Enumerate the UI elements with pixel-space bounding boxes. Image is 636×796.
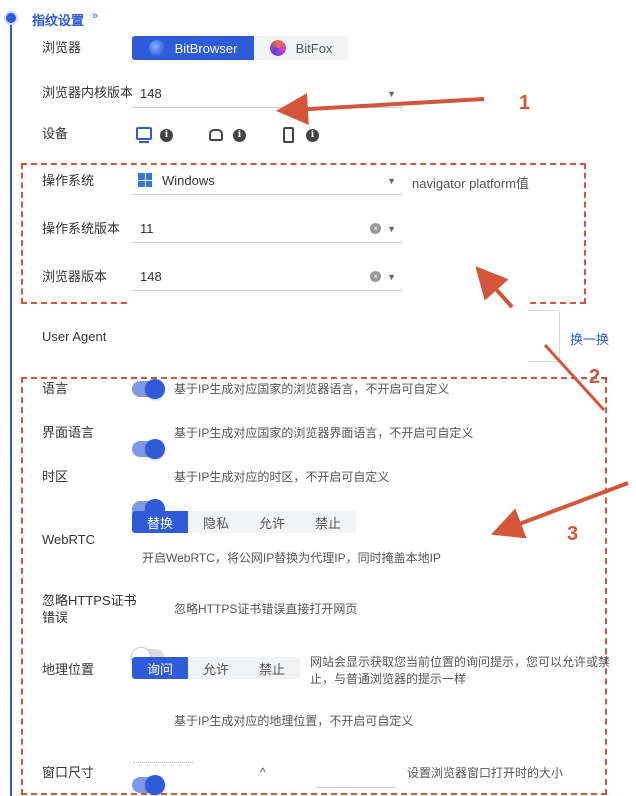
annotation-number-3: 3 bbox=[567, 523, 579, 545]
annotation-number-2: 2 bbox=[589, 366, 601, 388]
annotation-number-1: 1 bbox=[519, 92, 531, 114]
arrow-1 bbox=[276, 93, 485, 126]
annotation-arrows bbox=[276, 93, 629, 539]
arrow-2-up bbox=[475, 266, 514, 309]
